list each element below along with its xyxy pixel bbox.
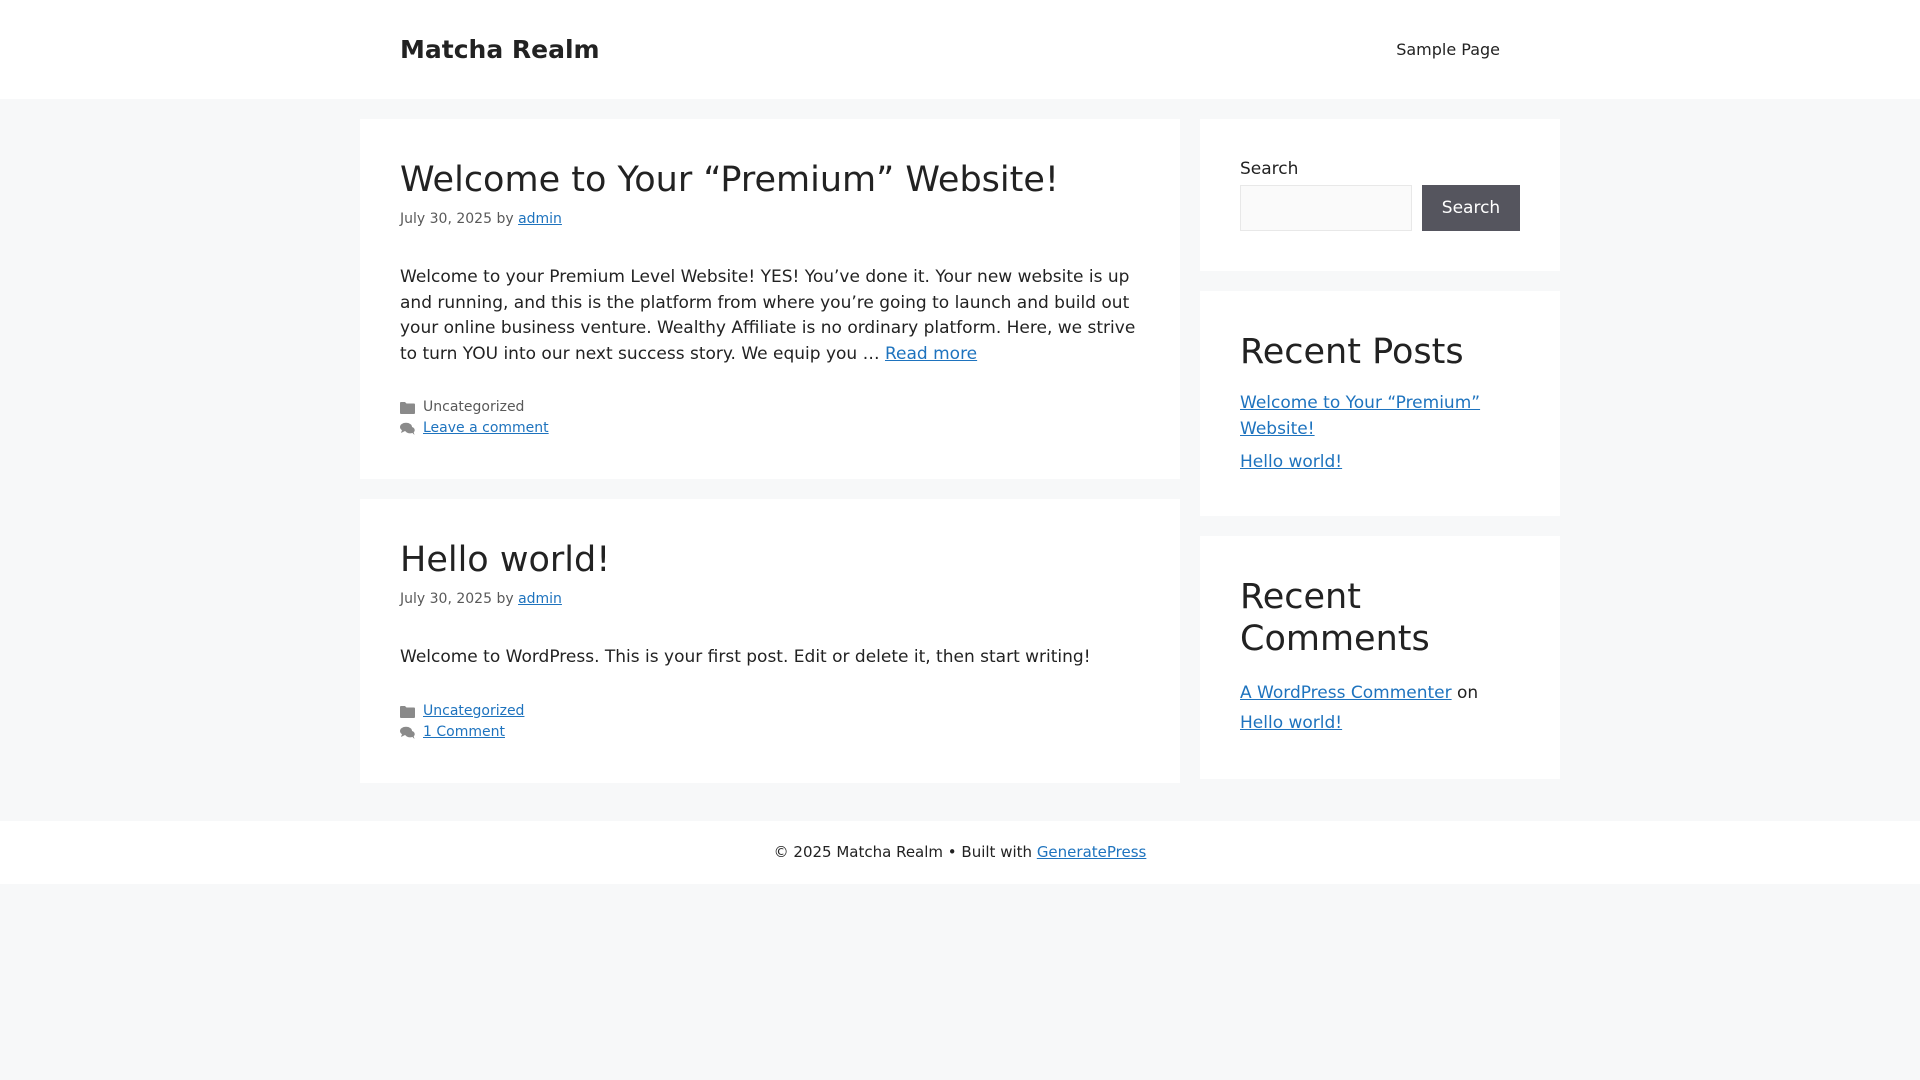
comments-icon xyxy=(400,726,415,739)
entry-summary: Welcome to your Premium Level Website! Y… xyxy=(400,265,1140,367)
site-footer: © 2025 Matcha Realm • Built with Generat… xyxy=(0,820,1920,884)
post-card: Hello world! July 30, 2025 by admin Welc… xyxy=(360,499,1180,783)
comments-link[interactable]: Leave a comment xyxy=(423,418,549,439)
recent-post-link[interactable]: Hello world! xyxy=(1240,452,1342,472)
site-title[interactable]: Matcha Realm xyxy=(400,35,600,64)
footer-copyright: © 2025 Matcha Realm • Built with xyxy=(773,843,1033,862)
comments-row: 1 Comment xyxy=(400,722,1140,743)
category-label: Uncategorized xyxy=(423,399,525,415)
nav-item-sample-page[interactable]: Sample Page xyxy=(1376,40,1520,59)
header-inner: Matcha Realm Sample Page xyxy=(360,0,1560,99)
sidebar: Search Search Recent Posts Welcome to Yo… xyxy=(1200,119,1560,799)
folder-icon xyxy=(400,401,415,414)
entry-meta: July 30, 2025 by admin xyxy=(400,211,1140,227)
category-row: Uncategorized xyxy=(400,397,1140,418)
post-date: July 30, 2025 xyxy=(400,591,492,607)
post-by: by xyxy=(496,591,514,607)
post-title[interactable]: Hello world! xyxy=(400,539,1140,581)
comment-author-link[interactable]: A WordPress Commenter xyxy=(1240,683,1452,703)
post-by: by xyxy=(496,211,514,227)
comments-link[interactable]: 1 Comment xyxy=(423,722,505,743)
comment-on-text: on xyxy=(1457,682,1479,703)
recent-posts-list: Welcome to Your “Premium” Website! Hello… xyxy=(1240,391,1520,476)
entry-footer-meta: Uncategorized Leave a comment xyxy=(400,397,1140,439)
recent-comments-widget: Recent Comments A WordPress Commenter on… xyxy=(1200,535,1560,779)
list-item: Welcome to Your “Premium” Website! xyxy=(1240,391,1520,442)
main-column: Welcome to Your “Premium” Website! July … xyxy=(360,119,1180,783)
post-summary-text: Welcome to WordPress. This is your first… xyxy=(400,647,1091,667)
entry-meta: July 30, 2025 by admin xyxy=(400,591,1140,607)
entry-footer-meta: Uncategorized 1 Comment xyxy=(400,701,1140,743)
read-more-link[interactable]: Read more xyxy=(885,344,977,364)
comments-icon xyxy=(400,422,415,435)
category-row: Uncategorized xyxy=(400,701,1140,722)
post-author-link[interactable]: admin xyxy=(518,211,562,227)
post-card: Welcome to Your “Premium” Website! July … xyxy=(360,119,1180,479)
comments-row: Leave a comment xyxy=(400,418,1140,439)
post-date: July 30, 2025 xyxy=(400,211,492,227)
post-author-link[interactable]: admin xyxy=(518,591,562,607)
search-input[interactable] xyxy=(1240,185,1412,231)
post-title[interactable]: Welcome to Your “Premium” Website! xyxy=(400,159,1140,201)
footer-generatepress-link[interactable]: GeneratePress xyxy=(1037,843,1147,861)
search-row: Search xyxy=(1240,185,1520,231)
recent-comments-title: Recent Comments xyxy=(1240,576,1430,659)
search-widget: Search Search xyxy=(1200,119,1560,271)
search-button[interactable]: Search xyxy=(1422,185,1520,231)
post-summary-text: Welcome to your Premium Level Website! Y… xyxy=(400,267,1136,364)
site-header: Matcha Realm Sample Page xyxy=(0,0,1920,99)
recent-posts-widget: Recent Posts Welcome to Your “Premium” W… xyxy=(1200,291,1560,516)
category-link[interactable]: Uncategorized xyxy=(423,701,524,722)
recent-post-link[interactable]: Welcome to Your “Premium” Website! xyxy=(1240,393,1480,439)
search-label: Search xyxy=(1240,159,1299,179)
recent-posts-title: Recent Posts xyxy=(1240,332,1464,372)
main-navigation: Sample Page xyxy=(1376,40,1520,59)
list-item: Hello world! xyxy=(1240,450,1520,476)
site-content: Welcome to Your “Premium” Website! July … xyxy=(360,119,1560,799)
comment-post-link[interactable]: Hello world! xyxy=(1240,713,1342,733)
folder-icon xyxy=(400,705,415,718)
recent-comment-item: A WordPress Commenter on Hello world! xyxy=(1240,678,1520,739)
entry-summary: Welcome to WordPress. This is your first… xyxy=(400,645,1140,671)
